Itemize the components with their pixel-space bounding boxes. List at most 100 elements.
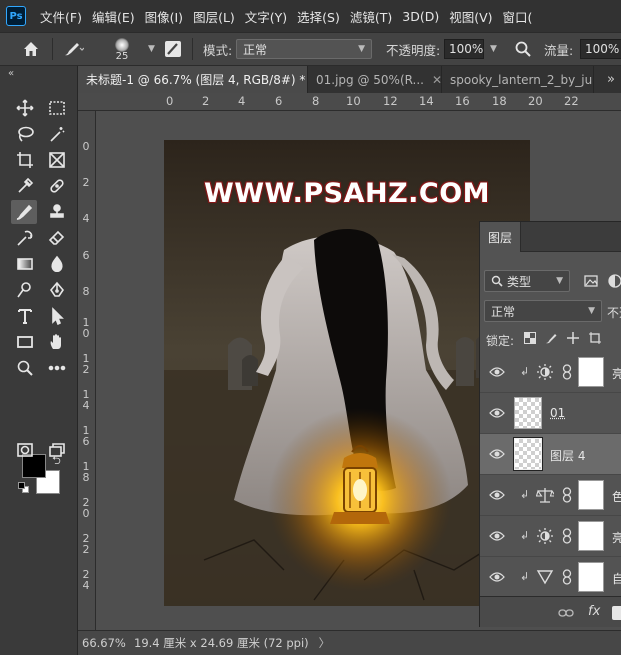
clone-stamp-tool-icon[interactable]: [44, 200, 70, 224]
layer-row-brightness-2[interactable]: ↲ 亮: [480, 516, 621, 557]
menu-window[interactable]: 窗口(: [503, 7, 533, 26]
filter-kind-value: 类型: [507, 274, 532, 289]
layer-mask-thumbnail[interactable]: [578, 562, 604, 592]
add-mask-icon[interactable]: [612, 606, 621, 620]
layer-mask-thumbnail[interactable]: [578, 521, 604, 551]
visibility-eye-icon[interactable]: [489, 570, 505, 584]
layer-row-layer-4[interactable]: 图层 4: [480, 434, 621, 475]
layer-thumbnail[interactable]: [514, 397, 542, 429]
pen-tool-icon[interactable]: [44, 278, 70, 302]
lasso-tool-icon[interactable]: [12, 122, 38, 146]
link-chain-icon[interactable]: [562, 528, 572, 544]
default-colors-icon[interactable]: [18, 482, 30, 494]
history-brush-tool-icon[interactable]: [12, 226, 38, 250]
layer-filter-dropdown[interactable]: 类型 ▼: [484, 270, 570, 292]
home-icon[interactable]: [22, 33, 40, 65]
pressure-opacity-icon[interactable]: [514, 33, 532, 65]
vertical-ruler[interactable]: 0 2 4 6 8 10 12 14 16 18 20 22 24: [78, 111, 96, 630]
chevron-down-icon[interactable]: ▼: [144, 33, 155, 65]
menu-type[interactable]: 文字(Y): [245, 7, 287, 26]
menu-3d[interactable]: 3D(D): [402, 9, 439, 24]
chevron-down-icon: ▼: [556, 276, 563, 286]
lock-artboard-icon[interactable]: [588, 331, 602, 348]
horizontal-ruler[interactable]: 0 2 4 6 8 10 12 14 16 18 20 22: [78, 93, 621, 111]
tab-layers[interactable]: 图层: [480, 222, 522, 252]
visibility-eye-icon[interactable]: [489, 365, 505, 379]
brush-tool-icon[interactable]: [11, 200, 37, 224]
brightness-icon[interactable]: [536, 527, 554, 545]
hand-tool-icon[interactable]: [44, 330, 70, 354]
brightness-icon[interactable]: [536, 363, 554, 381]
more-tools-icon[interactable]: [44, 356, 70, 380]
mode-dropdown[interactable]: 正常 ▼: [236, 39, 372, 59]
marquee-tool-icon[interactable]: [44, 96, 70, 120]
lock-pixels-icon[interactable]: [544, 331, 558, 348]
brush-size-value: 25: [115, 51, 129, 62]
brush-tool-preset-icon[interactable]: [62, 33, 84, 65]
levels-icon[interactable]: [536, 568, 554, 586]
opacity-input[interactable]: 100%: [444, 39, 484, 59]
link-layers-icon[interactable]: [558, 607, 574, 619]
balance-icon[interactable]: [536, 486, 554, 504]
layer-row-brightness-1[interactable]: ↲ 亮: [480, 352, 621, 393]
brush-settings-icon[interactable]: [164, 33, 182, 65]
menu-view[interactable]: 视图(V): [449, 7, 492, 26]
status-menu-arrow-icon[interactable]: 〉: [319, 635, 331, 651]
magic-wand-tool-icon[interactable]: [44, 122, 70, 146]
visibility-eye-icon[interactable]: [489, 488, 505, 502]
type-tool-icon[interactable]: [12, 304, 38, 328]
brush-size-picker[interactable]: 25: [115, 35, 129, 65]
layer-name: 亮: [612, 529, 621, 546]
blend-mode-dropdown[interactable]: 正常 ▼: [484, 300, 602, 322]
eraser-tool-icon[interactable]: [44, 226, 70, 250]
blur-tool-icon[interactable]: [44, 252, 70, 276]
document-canvas[interactable]: WWW.PSAHZ.COM: [164, 140, 530, 606]
crop-tool-icon[interactable]: [12, 148, 38, 172]
quick-mask-icon[interactable]: [12, 438, 38, 462]
menu-edit[interactable]: 编辑(E): [92, 7, 135, 26]
visibility-eye-icon[interactable]: [489, 529, 505, 543]
blend-mode-value: 正常: [491, 304, 516, 319]
frame-tool-icon[interactable]: [44, 148, 70, 172]
rectangle-tool-icon[interactable]: [12, 330, 38, 354]
layer-mask-thumbnail[interactable]: [578, 357, 604, 387]
layer-thumbnail[interactable]: [513, 437, 543, 471]
layer-row-levels[interactable]: ↲ 自: [480, 557, 621, 598]
path-selection-tool-icon[interactable]: [44, 304, 70, 328]
ruler-tick-label: 18: [82, 460, 90, 484]
layer-mask-thumbnail[interactable]: [578, 480, 604, 510]
tab-untitled-1[interactable]: 未标题-1 @ 66.7% (图层 4, RGB/8#) * ✕: [78, 66, 308, 93]
gradient-tool-icon[interactable]: [12, 252, 38, 276]
tab-spooky-lantern[interactable]: spooky_lantern_2_by_ju: [442, 66, 594, 93]
zoom-tool-icon[interactable]: [12, 356, 38, 380]
eyedropper-tool-icon[interactable]: [12, 174, 38, 198]
collapse-panel-icon[interactable]: «: [8, 68, 14, 79]
menu-select[interactable]: 选择(S): [297, 7, 340, 26]
opacity-chevron-icon[interactable]: ▼: [486, 33, 497, 65]
menu-layer[interactable]: 图层(L): [193, 7, 235, 26]
menu-image[interactable]: 图像(I): [145, 7, 183, 26]
adjustment-filter-icon[interactable]: [608, 274, 621, 291]
link-chain-icon[interactable]: [562, 487, 572, 503]
zoom-level[interactable]: 66.67%: [82, 636, 128, 650]
healing-brush-tool-icon[interactable]: [44, 174, 70, 198]
tab-01-jpg[interactable]: 01.jpg @ 50%(R... ✕: [308, 66, 442, 93]
layer-row-color-balance[interactable]: ↲ 色: [480, 475, 621, 516]
fx-icon[interactable]: fx: [588, 604, 600, 619]
lock-transparent-icon[interactable]: [524, 332, 536, 347]
link-chain-icon[interactable]: [562, 569, 572, 585]
visibility-eye-icon[interactable]: [489, 447, 505, 461]
visibility-eye-icon[interactable]: [489, 406, 505, 420]
flow-input[interactable]: 100%: [580, 39, 621, 59]
more-tabs-icon[interactable]: »: [607, 66, 615, 93]
image-filter-icon[interactable]: [584, 274, 598, 291]
dodge-tool-icon[interactable]: [12, 278, 38, 302]
screen-mode-icon[interactable]: [44, 438, 70, 462]
menu-filter[interactable]: 滤镜(T): [350, 7, 392, 26]
menu-file[interactable]: 文件(F): [40, 7, 82, 26]
close-icon[interactable]: ✕: [432, 73, 441, 87]
lock-position-icon[interactable]: [566, 331, 580, 348]
move-tool-icon[interactable]: [12, 96, 38, 120]
layer-row-01[interactable]: 01: [480, 393, 621, 434]
link-chain-icon[interactable]: [562, 364, 572, 380]
